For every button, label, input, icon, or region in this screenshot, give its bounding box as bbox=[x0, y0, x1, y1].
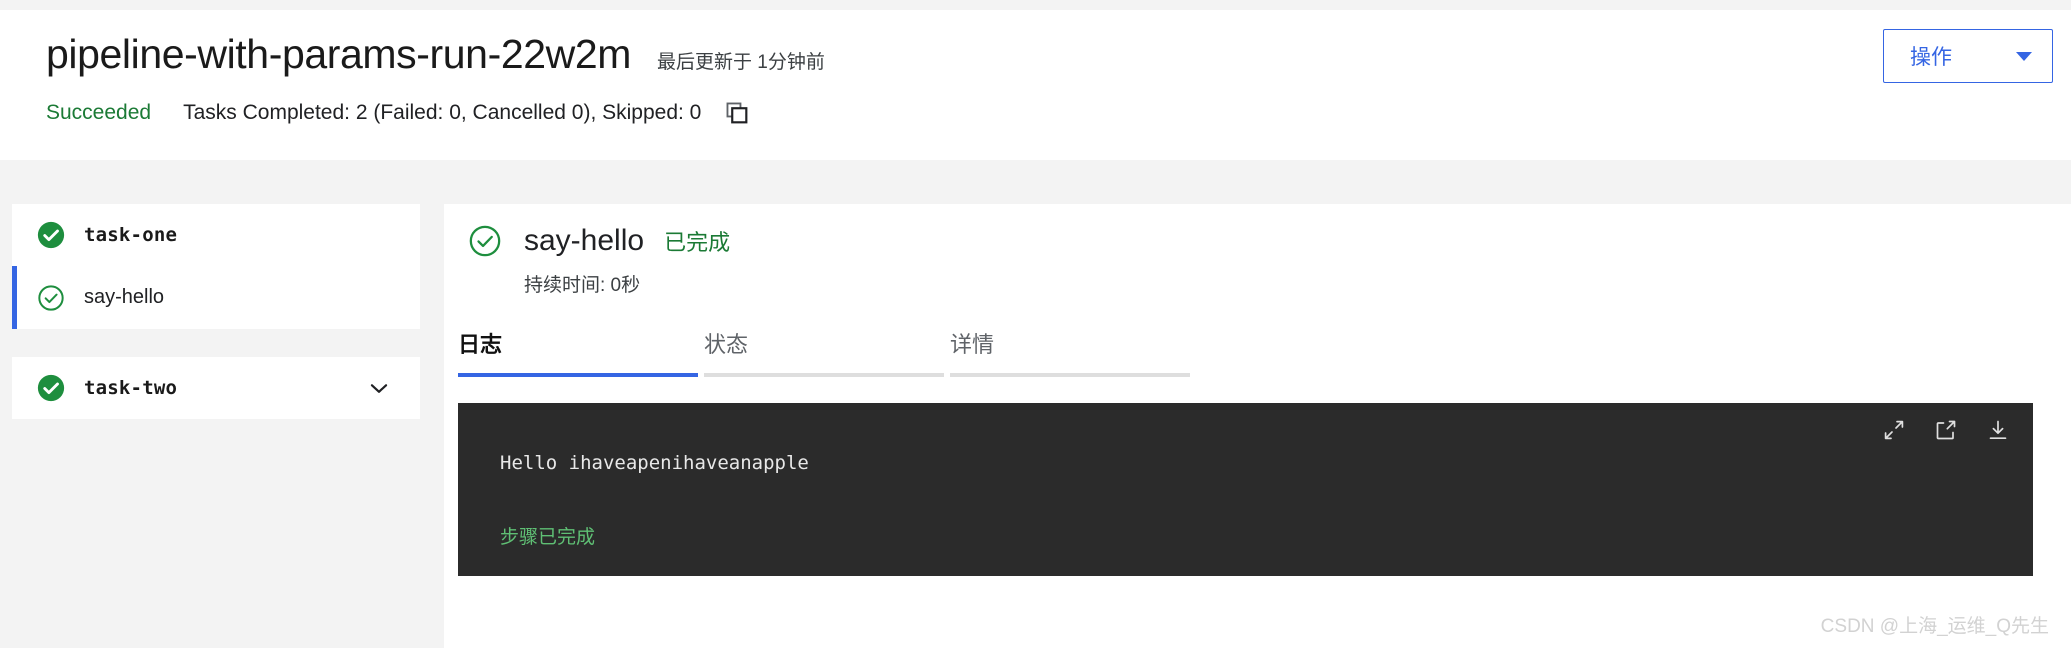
step-duration: 持续时间: 0秒 bbox=[524, 275, 641, 296]
download-icon[interactable] bbox=[1985, 417, 2011, 443]
check-circle-filled-icon bbox=[36, 220, 66, 250]
body-split: task-one say-hello task-two say-hello 已完… bbox=[0, 204, 2071, 648]
check-circle-outline-icon bbox=[36, 283, 66, 313]
step-name: say-hello bbox=[524, 224, 645, 257]
run-status-row: Succeeded Tasks Completed: 2 (Failed: 0,… bbox=[0, 77, 2071, 127]
log-toolbar bbox=[1881, 417, 2011, 443]
chevron-down-icon[interactable] bbox=[366, 375, 392, 401]
actions-button[interactable]: 操作 bbox=[1883, 29, 2053, 83]
log-line-completed: 步骤已完成 bbox=[500, 526, 596, 548]
log-line: Hello ihaveapenihaveanapple bbox=[500, 452, 809, 474]
header-title-row: pipeline-with-params-run-22w2m 最后更新于 1分钟… bbox=[0, 10, 2071, 77]
task-card-group-2: task-two bbox=[12, 357, 420, 419]
sidebar-item-label: task-two bbox=[84, 377, 178, 399]
chevron-down-icon bbox=[2016, 51, 2032, 61]
sidebar-item-task-two[interactable]: task-two bbox=[12, 357, 420, 419]
task-card-group-1: task-one say-hello bbox=[12, 204, 420, 329]
tab-details[interactable]: 详情 bbox=[950, 327, 1190, 377]
top-gutter bbox=[0, 0, 2071, 10]
sidebar-item-label: task-one bbox=[84, 224, 178, 246]
task-tree-sidebar: task-one say-hello task-two bbox=[0, 204, 444, 648]
header-content-divider bbox=[0, 160, 2071, 204]
copy-icon[interactable] bbox=[723, 99, 751, 127]
sidebar-item-label: say-hello bbox=[84, 286, 165, 308]
step-status-text: 已完成 bbox=[664, 230, 731, 255]
open-external-icon[interactable] bbox=[1933, 417, 1959, 443]
check-circle-outline-icon bbox=[468, 224, 502, 258]
tasks-summary-text: Tasks Completed: 2 (Failed: 0, Cancelled… bbox=[183, 101, 702, 125]
step-header: say-hello 已完成 持续时间: 0秒 bbox=[444, 204, 2071, 297]
log-panel: Hello ihaveapenihaveanapple 步骤已完成 bbox=[458, 403, 2033, 576]
tab-status[interactable]: 状态 bbox=[704, 327, 944, 377]
log-body[interactable]: Hello ihaveapenihaveanapple 步骤已完成 bbox=[458, 403, 2033, 552]
step-detail-panel: say-hello 已完成 持续时间: 0秒 日志 状态 详情 Hello ih… bbox=[444, 204, 2071, 648]
check-circle-filled-icon bbox=[36, 373, 66, 403]
step-title-row: say-hello 已完成 bbox=[468, 224, 2071, 258]
step-tabs: 日志 状态 详情 bbox=[458, 327, 1190, 377]
status-badge: Succeeded bbox=[46, 101, 152, 125]
run-header: pipeline-with-params-run-22w2m 最后更新于 1分钟… bbox=[0, 10, 2071, 160]
last-updated-text: 最后更新于 1分钟前 bbox=[657, 52, 825, 73]
tab-logs[interactable]: 日志 bbox=[458, 327, 698, 377]
actions-button-label: 操作 bbox=[1910, 46, 1952, 69]
sidebar-item-say-hello[interactable]: say-hello bbox=[12, 266, 420, 329]
sidebar-item-task-one[interactable]: task-one bbox=[12, 204, 420, 266]
page-title: pipeline-with-params-run-22w2m bbox=[46, 31, 632, 77]
expand-icon[interactable] bbox=[1881, 417, 1907, 443]
